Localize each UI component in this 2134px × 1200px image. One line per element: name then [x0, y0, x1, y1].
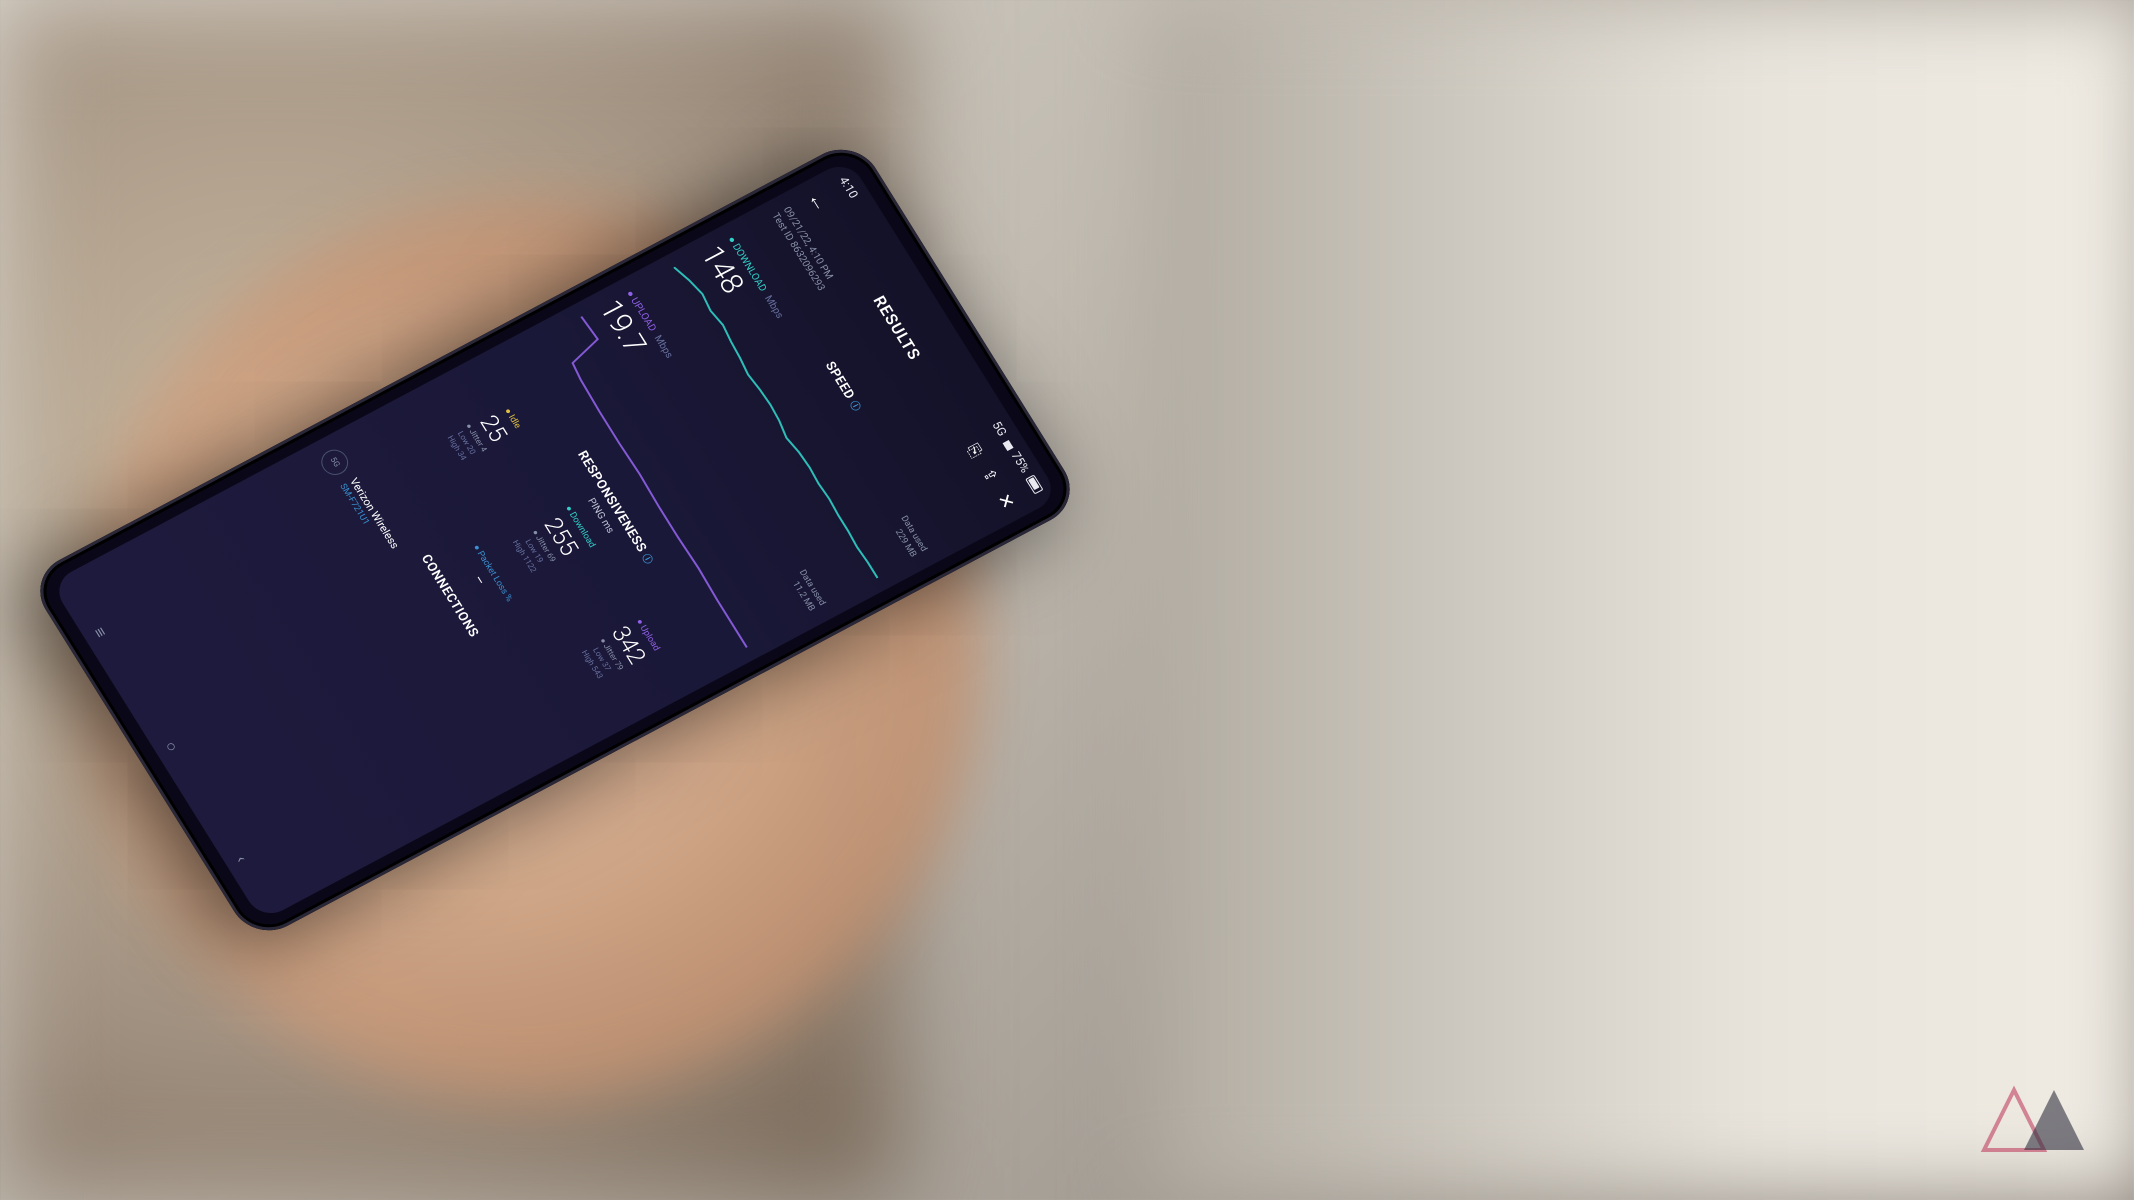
back-nav-icon[interactable]: ‹: [231, 852, 251, 865]
status-battery: 75%: [1008, 449, 1032, 475]
share-icon[interactable]: ⇪: [977, 465, 1003, 486]
home-icon[interactable]: ○: [160, 738, 183, 756]
info-icon[interactable]: ⓘ: [639, 553, 654, 567]
battery-icon: [1025, 474, 1043, 494]
signal-icon: [1000, 437, 1017, 451]
recents-icon[interactable]: ≡: [89, 624, 112, 641]
status-time: 4:10: [836, 174, 861, 200]
back-icon[interactable]: ←: [802, 187, 835, 216]
background-light: [1150, 0, 2134, 1200]
network-5g-icon: 5G: [317, 445, 354, 479]
copy-icon[interactable]: ⎘: [961, 441, 986, 462]
status-network: 5G: [989, 419, 1009, 438]
close-icon[interactable]: ✕: [992, 490, 1019, 513]
info-icon[interactable]: ⓘ: [847, 400, 862, 414]
watermark-logo: [1974, 1070, 2094, 1170]
